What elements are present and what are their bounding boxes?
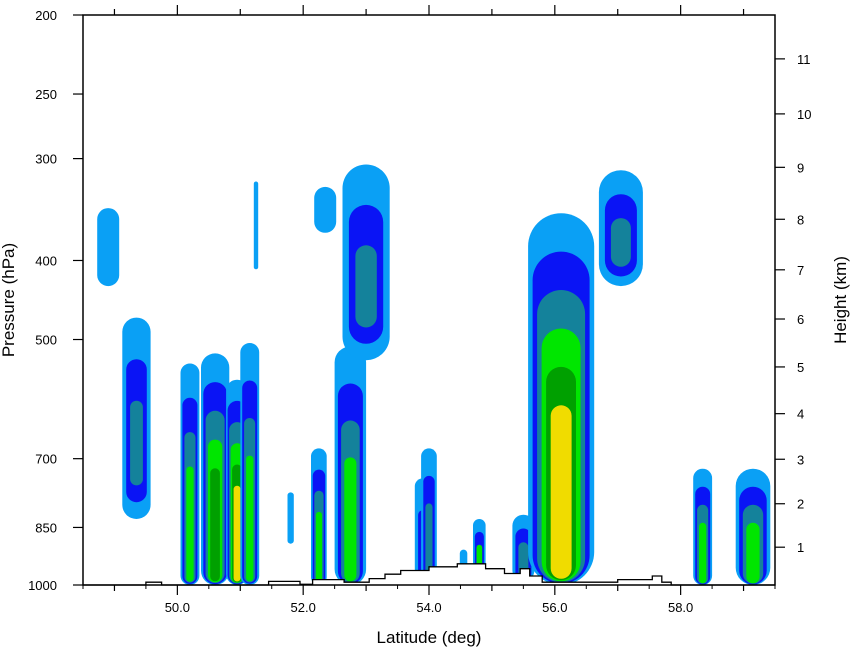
pressure-tick-label: 300 xyxy=(35,152,57,167)
contour-cell-3-level-5 xyxy=(210,468,220,582)
cross-section-chart: 50.0 52.0 54.0 56.0 58.0 200 250 300 400 500 700 8… xyxy=(0,5,850,647)
x-axis-title: Latitude (deg) xyxy=(377,628,482,647)
height-axis: 1 2 3 4 5 6 7 8 9 10 11 xyxy=(775,52,811,555)
pressure-tick-label: 250 xyxy=(35,87,57,102)
contour-cell-18-level-3 xyxy=(610,218,631,267)
x-tick-label: 58.0 xyxy=(668,600,693,615)
contour-cell-6-level-1 xyxy=(253,181,259,270)
pressure-tick-label: 700 xyxy=(35,452,57,467)
pressure-tick-label: 500 xyxy=(35,333,57,348)
contour-cell-5-level-4 xyxy=(246,455,254,582)
height-tick-label: 6 xyxy=(797,312,804,327)
contour-cell-10-level-4 xyxy=(344,457,357,582)
height-tick-label: 3 xyxy=(797,452,804,467)
contour-cell-4-level-6 xyxy=(233,485,241,582)
height-tick-label: 11 xyxy=(797,52,811,67)
contour-cell-8-level-4 xyxy=(315,511,322,583)
x-tick-label: 54.0 xyxy=(416,600,441,615)
pressure-tick-label: 850 xyxy=(35,520,57,535)
x-tick-label: 52.0 xyxy=(291,600,316,615)
reflectivity-contours xyxy=(97,164,771,585)
height-tick-label: 1 xyxy=(797,540,804,555)
contour-cell-19-level-4 xyxy=(699,522,707,584)
height-tick-label: 2 xyxy=(797,497,804,512)
height-axis-title: Height (km) xyxy=(831,256,850,344)
height-tick-label: 9 xyxy=(797,160,804,175)
pressure-tick-label: 400 xyxy=(35,253,57,268)
contour-cell-0-level-1 xyxy=(97,208,120,287)
height-tick-label: 7 xyxy=(797,263,804,278)
contour-cell-2-level-4 xyxy=(186,466,194,582)
pressure-tick-label: 1000 xyxy=(28,578,57,593)
contour-cell-17-level-6 xyxy=(550,405,572,579)
contour-cell-1-level-3 xyxy=(130,400,143,486)
pressure-axis: 200 250 300 400 500 700 850 1000 xyxy=(28,8,83,593)
height-tick-label: 5 xyxy=(797,360,804,375)
x-tick-label: 56.0 xyxy=(542,600,567,615)
contour-cell-7-level-1 xyxy=(287,492,294,544)
height-tick-label: 4 xyxy=(797,407,804,422)
x-tick-label: 50.0 xyxy=(165,600,190,615)
height-tick-label: 10 xyxy=(797,107,811,122)
pressure-axis-title: Pressure (hPa) xyxy=(0,243,18,357)
contour-cell-9-level-1 xyxy=(314,186,337,233)
pressure-tick-label: 200 xyxy=(35,8,57,23)
contour-cell-20-level-4 xyxy=(746,522,760,584)
height-tick-label: 8 xyxy=(797,212,804,227)
contour-cell-11-level-3 xyxy=(355,245,377,328)
